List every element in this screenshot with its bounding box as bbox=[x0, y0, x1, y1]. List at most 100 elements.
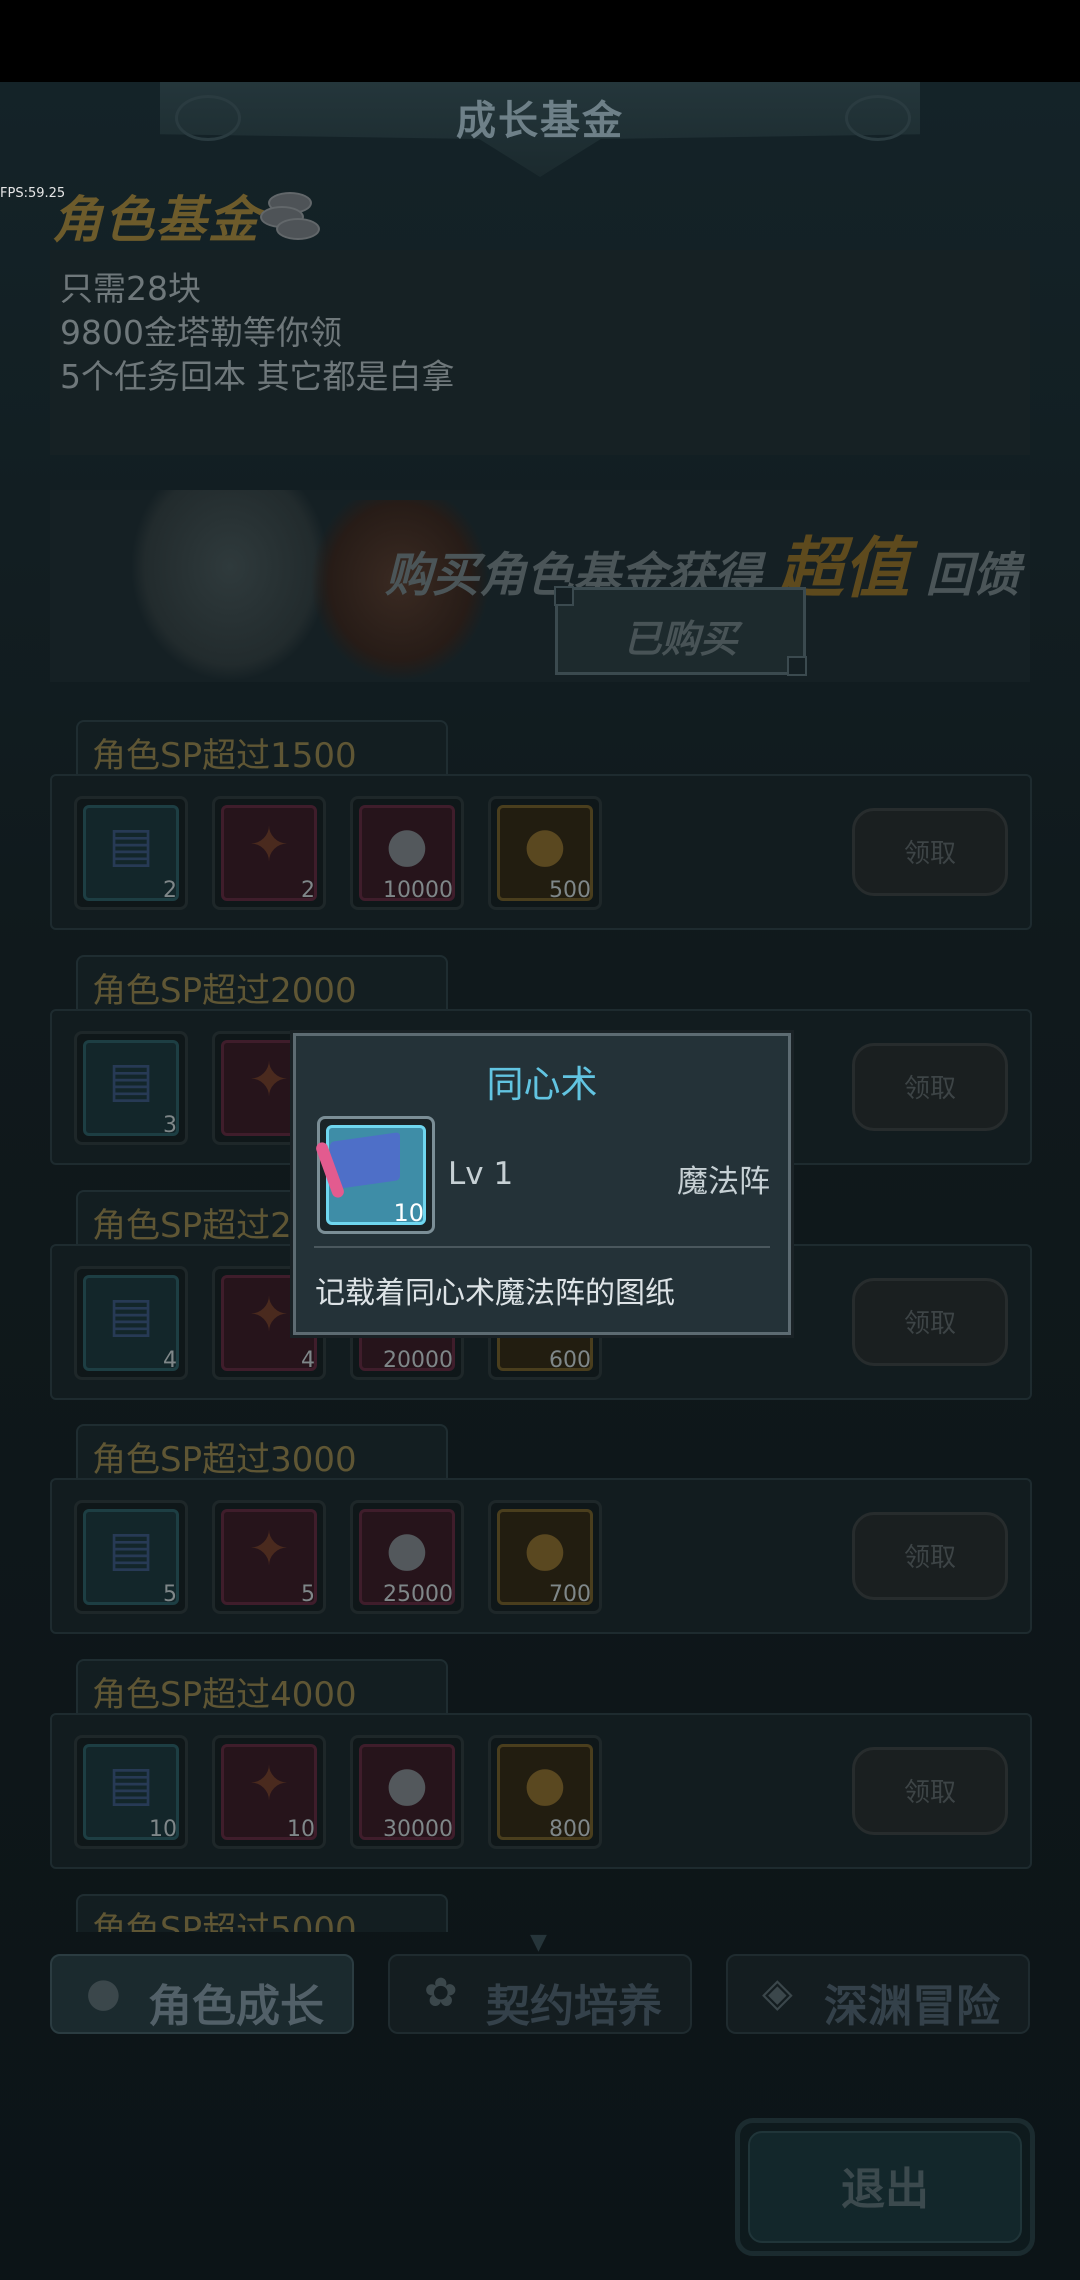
gold-coin-icon: ● bbox=[524, 817, 566, 873]
reward-item[interactable]: ✦ 2 bbox=[212, 796, 326, 910]
tab-abyss-adventure[interactable]: ◈ 深渊冒险 bbox=[726, 1954, 1030, 2034]
status-bar bbox=[0, 0, 1080, 82]
claim-label: 领取 bbox=[903, 1074, 956, 1104]
fund-desc-line: 5个任务回本 其它都是白拿 bbox=[60, 357, 455, 396]
divider bbox=[314, 1246, 770, 1248]
tier-label: 角色SP超过2000 bbox=[76, 955, 448, 1012]
reward-count: 700 bbox=[549, 1582, 591, 1607]
sage-character-image bbox=[130, 490, 330, 682]
gold-coin-icon: ● bbox=[524, 1521, 566, 1577]
claim-label: 领取 bbox=[903, 839, 956, 869]
character-icon: ● bbox=[86, 1970, 121, 2016]
gold-coin-icon: ● bbox=[524, 1756, 566, 1812]
popup-description: 记载着同心术魔法阵的图纸 bbox=[315, 1276, 675, 1311]
exit-button[interactable]: 退出 bbox=[735, 2118, 1035, 2256]
fund-desc-line: 9800金塔勒等你领 bbox=[60, 313, 342, 352]
tab-label: 角色成长 bbox=[148, 1981, 324, 2032]
tier-label: 角色SP超过4000 bbox=[76, 1659, 448, 1716]
bottom-tabs: ● 角色成长 ✿ 契约培养 ◈ 深渊冒险 bbox=[0, 1950, 1080, 2040]
silver-coin-icon: ● bbox=[386, 1756, 428, 1812]
bought-button[interactable]: 已购买 bbox=[554, 586, 807, 676]
reward-item[interactable]: ▤ 2 bbox=[74, 796, 188, 910]
abyss-icon: ◈ bbox=[762, 1970, 793, 2016]
reward-item[interactable]: ● 800 bbox=[488, 1735, 602, 1849]
reward-count: 30000 bbox=[383, 1817, 453, 1842]
reward-count: 800 bbox=[549, 1817, 591, 1842]
reward-count: 10 bbox=[149, 1817, 177, 1842]
tier-panel: ▤ 2 ✦ 2 ● 10000 ● 500 领取 bbox=[50, 774, 1032, 930]
reward-item[interactable]: ▤ 3 bbox=[74, 1031, 188, 1145]
tier-label: 角色SP超过3000 bbox=[76, 1424, 448, 1481]
item-detail-popup: 同心术 10 Lv 1 魔法阵 记载着同心术魔法阵的图纸 bbox=[293, 1033, 791, 1335]
claim-label: 领取 bbox=[903, 1309, 956, 1339]
reward-count: 5 bbox=[301, 1582, 315, 1607]
silver-coin-icon: ● bbox=[386, 1521, 428, 1577]
claim-button[interactable]: 领取 bbox=[852, 1512, 1008, 1600]
fps-counter: FPS:59.25 bbox=[0, 186, 66, 201]
coins-icon bbox=[258, 188, 320, 240]
reward-count: 600 bbox=[549, 1348, 591, 1373]
reward-count: 2 bbox=[163, 878, 177, 903]
reward-count: 20000 bbox=[383, 1348, 453, 1373]
popup-level: Lv 1 bbox=[448, 1156, 514, 1192]
reward-item[interactable]: ● 30000 bbox=[350, 1735, 464, 1849]
reward-item[interactable]: ✦ 5 bbox=[212, 1500, 326, 1614]
tier-label-text: 角色SP超过5000 bbox=[92, 1910, 357, 1932]
reward-count: 5 bbox=[163, 1582, 177, 1607]
reward-count: 10 bbox=[287, 1817, 315, 1842]
tier-panel: ▤ 10 ✦ 10 ● 30000 ● 800 领取 bbox=[50, 1713, 1032, 1869]
claim-button[interactable]: 领取 bbox=[852, 808, 1008, 896]
reward-item[interactable]: ▤ 4 bbox=[74, 1266, 188, 1380]
reward-item[interactable]: ✦ 10 bbox=[212, 1735, 326, 1849]
reward-count: 25000 bbox=[383, 1582, 453, 1607]
tab-character-growth[interactable]: ● 角色成长 bbox=[50, 1954, 354, 2034]
reward-count: 3 bbox=[163, 1113, 177, 1138]
reward-count: 10000 bbox=[383, 878, 453, 903]
tier-label-text: 角色SP超过1500 bbox=[92, 736, 357, 776]
tier-label: 角色SP超过1500 bbox=[76, 720, 448, 777]
popup-type: 魔法阵 bbox=[677, 1164, 770, 1200]
tier-label: 角色SP超过5000 bbox=[76, 1894, 448, 1932]
fund-title: 角色基金 bbox=[52, 191, 260, 249]
reward-count: 500 bbox=[549, 878, 591, 903]
bought-label: 已购买 bbox=[623, 617, 738, 661]
tab-label: 契约培养 bbox=[486, 1981, 662, 2032]
scroll-icon: ▤ bbox=[108, 817, 154, 873]
bundle-icon: ✦ bbox=[248, 817, 290, 873]
scroll-icon: ▤ bbox=[108, 1521, 154, 1577]
reward-count: 4 bbox=[301, 1348, 315, 1373]
claim-button[interactable]: 领取 bbox=[852, 1043, 1008, 1131]
tier-label-text: 角色SP超过4000 bbox=[92, 1675, 357, 1715]
reward-item[interactable]: ● 500 bbox=[488, 796, 602, 910]
tier-label-text: 角色SP超过2 bbox=[92, 1206, 292, 1246]
silver-coin-icon: ● bbox=[386, 817, 428, 873]
reward-item[interactable]: ● 25000 bbox=[350, 1500, 464, 1614]
scroll-icon: ▤ bbox=[108, 1052, 154, 1108]
popup-item-count: 10 bbox=[393, 1199, 424, 1227]
reward-count: 4 bbox=[163, 1348, 177, 1373]
tier-label-text: 角色SP超过2000 bbox=[92, 971, 357, 1011]
claim-label: 领取 bbox=[903, 1543, 956, 1573]
tier-panel: ▤ 5 ✦ 5 ● 25000 ● 700 领取 bbox=[50, 1478, 1032, 1634]
reward-item[interactable]: ▤ 5 bbox=[74, 1500, 188, 1614]
promo-banner: 购买角色基金获得 超值 回馈 已购买 bbox=[50, 490, 1030, 682]
claim-button[interactable]: 领取 bbox=[852, 1747, 1008, 1835]
popup-item: 10 bbox=[314, 1116, 435, 1234]
scroll-icon: ▤ bbox=[108, 1287, 154, 1343]
bundle-icon: ✦ bbox=[248, 1756, 290, 1812]
scroll-icon: ▤ bbox=[108, 1756, 154, 1812]
page-title: 成长基金 bbox=[456, 98, 624, 144]
claim-button[interactable]: 领取 bbox=[852, 1278, 1008, 1366]
reward-item[interactable]: ● 700 bbox=[488, 1500, 602, 1614]
fund-desc-line: 只需28块 bbox=[60, 269, 201, 308]
reward-item[interactable]: ● 10000 bbox=[350, 796, 464, 910]
popup-title: 同心术 bbox=[486, 1063, 598, 1106]
reward-item[interactable]: ▤ 10 bbox=[74, 1735, 188, 1849]
tab-contract-training[interactable]: ✿ 契约培养 bbox=[388, 1954, 692, 2034]
promo-text-suffix: 回馈 bbox=[925, 548, 1020, 603]
reward-count: 2 bbox=[301, 878, 315, 903]
bundle-icon: ✦ bbox=[248, 1521, 290, 1577]
paw-icon: ✿ bbox=[424, 1970, 458, 2016]
claim-label: 领取 bbox=[903, 1778, 956, 1808]
exit-label: 退出 bbox=[841, 2164, 929, 2215]
